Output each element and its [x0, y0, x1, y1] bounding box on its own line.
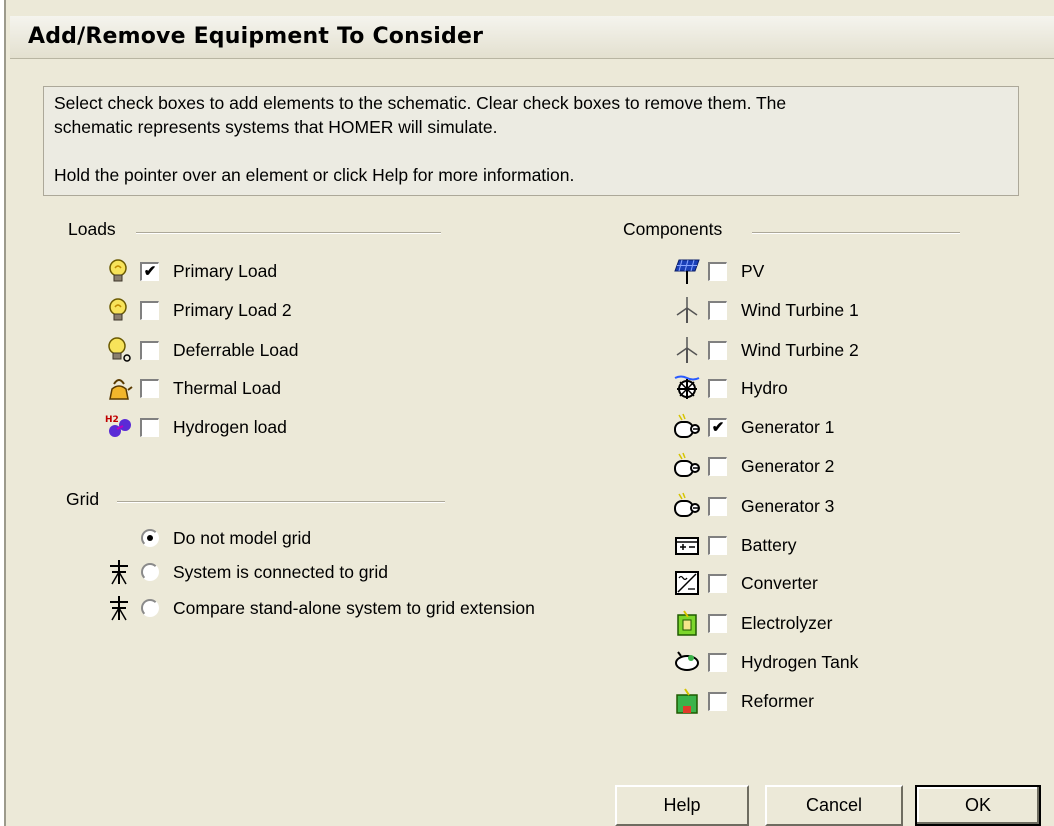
hydro-turbine-icon [673, 374, 701, 402]
generator-icon [673, 413, 701, 441]
components-divider [752, 232, 960, 234]
compare-grid-extension-radio[interactable] [141, 599, 159, 617]
reformer-label: Reformer [741, 691, 814, 711]
generator-1-label: Generator 1 [741, 417, 835, 437]
connected-to-grid-radio[interactable] [141, 563, 159, 581]
hydrogen-tank-checkbox[interactable] [708, 653, 727, 672]
pv-label: PV [741, 261, 765, 281]
wind-turbine-1-label: Wind Turbine 1 [741, 300, 859, 320]
hydro-checkbox[interactable] [708, 379, 727, 398]
primary-load-label: Primary Load [173, 261, 278, 281]
cancel-button[interactable]: Cancel [765, 785, 903, 826]
deferrable-load-label: Deferrable Load [173, 340, 299, 360]
electrolyzer-label: Electrolyzer [741, 613, 833, 633]
reformer-checkbox[interactable] [708, 692, 727, 711]
deferrable-load-checkbox[interactable] [140, 341, 159, 360]
info-line: schematic represents systems that HOMER … [54, 117, 498, 137]
hydrogen-tank-icon [673, 648, 701, 676]
hydrogen-load-label: Hydrogen load [173, 417, 287, 437]
wind-turbine-2-checkbox[interactable] [708, 341, 727, 360]
hydro-label: Hydro [741, 378, 788, 398]
generator-3-label: Generator 3 [741, 496, 835, 516]
generator-2-checkbox[interactable] [708, 457, 727, 476]
wind-turbine-icon [673, 336, 701, 364]
power-tower-icon [105, 594, 133, 622]
hydrogen-tank-label: Hydrogen Tank [741, 652, 859, 672]
generator-3-checkbox[interactable] [708, 497, 727, 516]
thermal-load-label: Thermal Load [173, 378, 281, 398]
wind-turbine-2-label: Wind Turbine 2 [741, 340, 859, 360]
grid-divider [117, 501, 445, 503]
generator-1-checkbox[interactable]: ✔ [708, 418, 727, 437]
thermal-load-checkbox[interactable] [140, 379, 159, 398]
loads-section-label: Loads [68, 219, 116, 239]
do-not-model-grid-radio[interactable] [141, 529, 159, 547]
dialog-title-bar: Add/Remove Equipment To Consider [10, 16, 1054, 59]
connected-to-grid-label: System is connected to grid [173, 562, 388, 582]
reformer-icon [673, 687, 701, 715]
do-not-model-grid-label: Do not model grid [173, 528, 312, 548]
pv-checkbox[interactable] [708, 262, 727, 281]
dialog-title: Add/Remove Equipment To Consider [28, 24, 484, 49]
wind-turbine-1-checkbox[interactable] [708, 301, 727, 320]
hydrogen-molecule-icon: H2 [105, 413, 133, 441]
electrolyzer-checkbox[interactable] [708, 614, 727, 633]
info-line: Select check boxes to add elements to th… [54, 93, 787, 113]
battery-label: Battery [741, 535, 797, 555]
electrolyzer-icon [673, 609, 701, 637]
ok-button[interactable]: OK [915, 785, 1041, 826]
primary-load-2-label: Primary Load 2 [173, 300, 292, 320]
compare-grid-extension-label: Compare stand-alone system to grid exten… [173, 598, 535, 618]
info-line: Hold the pointer over an element or clic… [54, 165, 575, 185]
generator-2-label: Generator 2 [741, 456, 835, 476]
battery-checkbox[interactable] [708, 536, 727, 555]
info-panel: Select check boxes to add elements to th… [43, 86, 1019, 196]
solar-panel-icon [673, 257, 701, 285]
kettle-icon [105, 374, 133, 402]
primary-load-checkbox[interactable]: ✔ [140, 262, 159, 281]
window-left-border [0, 0, 10, 826]
help-button[interactable]: Help [615, 785, 749, 826]
generator-icon [673, 492, 701, 520]
grid-section-label: Grid [66, 489, 100, 509]
hydrogen-load-checkbox[interactable] [140, 418, 159, 437]
battery-icon [673, 531, 701, 559]
converter-label: Converter [741, 573, 818, 593]
svg-text:H2: H2 [105, 415, 119, 425]
converter-icon [673, 569, 701, 597]
loads-divider [136, 232, 441, 234]
components-section-label: Components [623, 219, 723, 239]
lightbulb-icon [105, 257, 133, 285]
primary-load-2-checkbox[interactable] [140, 301, 159, 320]
power-tower-icon [105, 558, 133, 586]
generator-icon [673, 452, 701, 480]
converter-checkbox[interactable] [708, 574, 727, 593]
deferrable-lightbulb-icon [105, 336, 133, 364]
wind-turbine-icon [673, 296, 701, 324]
lightbulb-icon [105, 296, 133, 324]
